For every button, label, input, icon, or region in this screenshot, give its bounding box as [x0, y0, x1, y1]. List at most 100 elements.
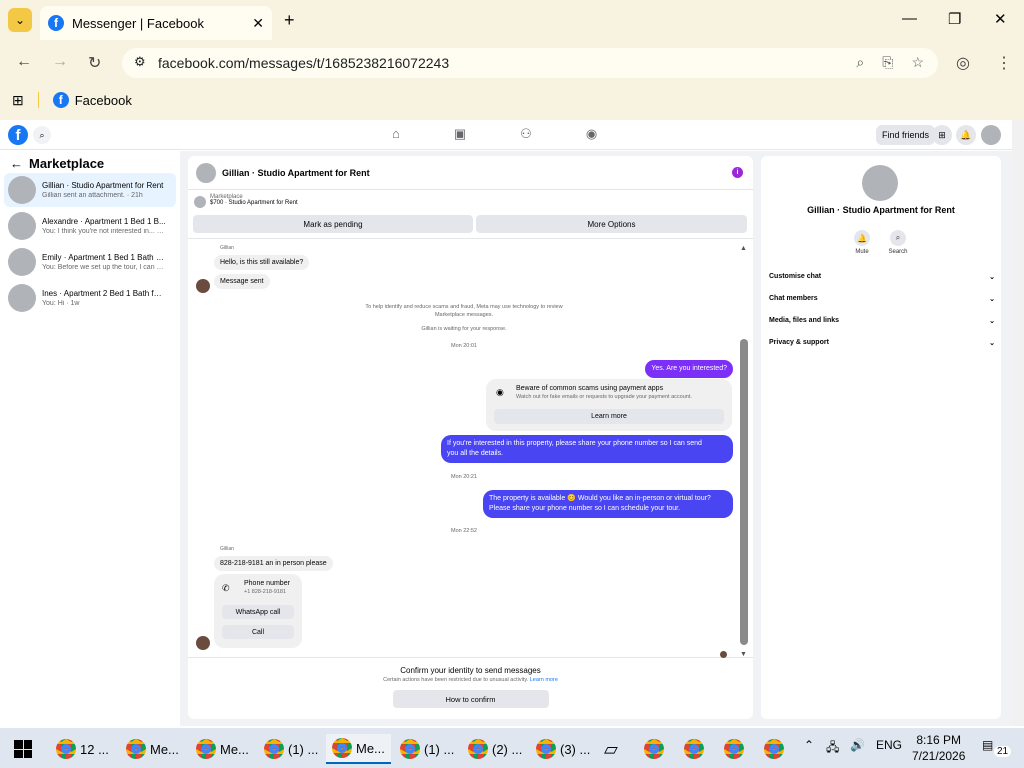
home-icon[interactable]: ⌂: [392, 126, 400, 142]
taskbar-chrome-item[interactable]: Me...: [196, 734, 249, 764]
search-button[interactable]: ⌕ Search: [886, 230, 910, 255]
mute-label: Mute: [855, 249, 869, 255]
forward-button[interactable]: →: [52, 53, 68, 71]
incoming-message: 828-218-9181 an in person please: [214, 556, 333, 571]
network-icon[interactable]: 🖧: [826, 738, 839, 759]
chrome-icon: [196, 739, 216, 759]
whatsapp-call-button[interactable]: WhatsApp call: [222, 605, 294, 619]
install-icon[interactable]: ⎘: [882, 54, 893, 71]
facebook-bookmark-icon: f: [52, 92, 69, 108]
gaming-icon[interactable]: ◉: [586, 126, 597, 142]
chat-title[interactable]: Gillian · Studio Apartment for Rent: [222, 168, 370, 178]
find-friends-button[interactable]: Find friends: [876, 125, 936, 145]
profile-icon[interactable]: ◎: [956, 53, 970, 73]
site-info-icon[interactable]: ⚙: [134, 54, 146, 70]
zoom-icon[interactable]: ⌕: [856, 54, 864, 71]
taskbar-chrome-pinned[interactable]: [764, 734, 784, 764]
taskbar-chrome-item[interactable]: 12 ...: [56, 734, 109, 764]
call-button[interactable]: Call: [222, 625, 294, 639]
taskbar-chrome-item[interactable]: (2) ...: [468, 734, 522, 764]
contact-avatar[interactable]: [862, 165, 898, 201]
conversation-name: Emily · Apartment 1 Bed 1 Bath for ...: [42, 253, 166, 262]
notifications-icon[interactable]: 🔔: [956, 125, 976, 145]
volume-icon[interactable]: 🔊: [850, 738, 865, 752]
language-indicator[interactable]: ENG: [876, 738, 902, 752]
confirm-subtitle-text: Certain actions have been restricted due…: [383, 677, 529, 683]
apps-icon[interactable]: ⊞: [12, 92, 24, 109]
account-avatar[interactable]: [981, 125, 1001, 145]
minimize-button[interactable]: —: [902, 10, 917, 27]
timestamp: Mon 20:21: [451, 474, 477, 480]
chrome-icon: [56, 739, 76, 759]
notification-center-icon[interactable]: ▤: [982, 738, 993, 752]
menu-grid-icon[interactable]: ⊞: [932, 125, 952, 145]
taskbar-chrome-item[interactable]: (3) ...: [536, 734, 590, 764]
taskbar-chrome-item-active[interactable]: Me...: [326, 734, 391, 764]
close-tab-icon[interactable]: ✕: [252, 15, 264, 32]
scroll-up-icon[interactable]: ▲: [740, 245, 747, 252]
more-options-button[interactable]: More Options: [476, 215, 747, 233]
customise-chat-item[interactable]: Customise chat ⌄: [769, 273, 995, 281]
facebook-logo-icon[interactable]: f: [8, 125, 28, 145]
chat-members-item[interactable]: Chat members ⌄: [769, 295, 995, 303]
listing-thumbnail: [194, 196, 206, 208]
mute-button[interactable]: 🔔 Mute: [850, 230, 874, 255]
privacy-support-item[interactable]: Privacy & support ⌄: [769, 339, 995, 347]
conversation-item[interactable]: Alexandre · Apartment 1 Bed 1 B... You: I…: [4, 209, 176, 243]
notepad-icon[interactable]: ▱: [604, 734, 618, 764]
taskbar-chrome-item[interactable]: Me...: [126, 734, 179, 764]
facebook-favicon-icon: f: [48, 15, 64, 31]
how-to-confirm-button[interactable]: How to confirm: [392, 690, 549, 708]
learn-more-button[interactable]: Learn more: [494, 409, 724, 424]
item-label: Privacy & support: [769, 339, 829, 346]
conversation-item[interactable]: Gillian · Studio Apartment for Rent Gilli…: [4, 173, 176, 207]
conversation-name: Gillian · Studio Apartment for Rent: [42, 181, 164, 190]
conversation-item[interactable]: Emily · Apartment 1 Bed 1 Bath for ... Yo…: [4, 245, 176, 279]
tab-search-button[interactable]: ⌄: [8, 8, 32, 32]
reload-button[interactable]: ↻: [88, 53, 101, 73]
info-icon[interactable]: i: [732, 167, 743, 178]
taskbar-chrome-item[interactable]: (1) ...: [400, 734, 454, 764]
taskbar-chrome-pinned[interactable]: [644, 734, 664, 764]
chrome-icon: [264, 739, 284, 759]
bookmark-star-icon[interactable]: ☆: [911, 54, 924, 71]
mark-pending-button[interactable]: Mark as pending: [193, 215, 473, 233]
close-window-button[interactable]: ✕: [994, 10, 1007, 28]
video-icon[interactable]: ▣: [454, 126, 466, 142]
conversation-item[interactable]: Ines · Apartment 2 Bed 1 Bath for ... You…: [4, 281, 176, 315]
scroll-down-icon[interactable]: ▼: [740, 651, 747, 658]
outgoing-message: The property is available 😊 Would you li…: [483, 490, 733, 518]
back-button[interactable]: ←: [16, 53, 32, 71]
chrome-icon: [332, 738, 352, 758]
menu-icon[interactable]: ⋮: [996, 53, 1012, 73]
outgoing-line: Please share your phone number so I can …: [489, 504, 681, 512]
taskbar-chrome-item[interactable]: (1) ...: [264, 734, 318, 764]
windows-start-icon[interactable]: [14, 740, 32, 758]
timestamp: Mon 22:52: [451, 528, 477, 534]
chat-scrollbar[interactable]: ▲ ▼: [740, 245, 748, 658]
restore-button[interactable]: ❐: [948, 10, 961, 28]
taskbar-label: 12 ...: [80, 741, 109, 757]
marketplace-listing[interactable]: Marketplace $700 · Studio Apartment for R…: [194, 194, 298, 208]
phone-label: Phone number: [244, 580, 290, 587]
back-arrow-icon[interactable]: ←: [10, 156, 23, 171]
chat-avatar[interactable]: [196, 162, 216, 183]
page-scrollbar[interactable]: [1012, 120, 1024, 726]
search-icon[interactable]: ⌕: [33, 126, 51, 144]
clock[interactable]: 8:16 PM 7/21/2026: [912, 732, 965, 764]
media-files-item[interactable]: Media, files and links ⌄: [769, 317, 995, 325]
taskbar-chrome-pinned[interactable]: [684, 734, 704, 764]
message-list[interactable]: Gillian Hello, is this still available? …: [188, 238, 753, 658]
chevron-down-icon: ⌄: [989, 340, 995, 347]
bookmark-facebook[interactable]: Facebook: [75, 93, 132, 108]
address-bar[interactable]: ⚙ facebook.com/messages/t/16852382160722…: [122, 48, 938, 78]
tray-chevron-icon[interactable]: ⌃: [804, 738, 814, 752]
taskbar-chrome-pinned[interactable]: [724, 734, 744, 764]
browser-tab[interactable]: f Messenger | Facebook ✕: [40, 6, 272, 40]
new-tab-button[interactable]: +: [284, 10, 295, 31]
clock-time: 8:16 PM: [916, 733, 962, 747]
confirm-subtitle: Certain actions have been restricted due…: [188, 677, 753, 683]
scroll-thumb[interactable]: [740, 339, 748, 645]
confirm-learn-more-link[interactable]: Learn more: [530, 677, 558, 683]
groups-icon[interactable]: ⚇: [520, 126, 532, 142]
